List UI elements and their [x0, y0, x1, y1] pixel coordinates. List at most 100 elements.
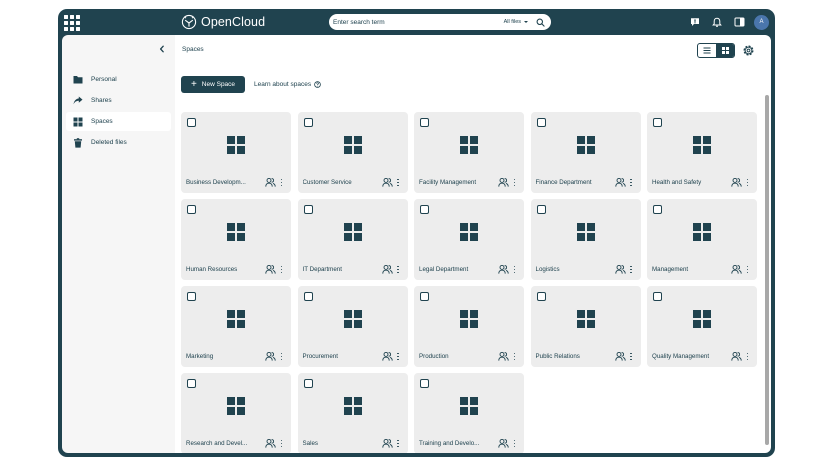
more-actions-icon[interactable]: [745, 264, 750, 275]
space-card[interactable]: Legal Department: [414, 199, 524, 280]
select-checkbox[interactable]: [187, 292, 196, 301]
more-actions-icon[interactable]: [396, 177, 401, 188]
breadcrumb[interactable]: Spaces: [182, 46, 204, 53]
sidebar: Personal Shares Spaces Deleted files: [62, 35, 175, 453]
new-space-button[interactable]: + New Space: [181, 76, 245, 93]
select-checkbox[interactable]: [303, 379, 313, 388]
space-card[interactable]: Marketing: [181, 286, 291, 367]
space-card[interactable]: Public Relations: [530, 286, 641, 367]
search-icon[interactable]: [536, 18, 545, 27]
sidebar-item-personal[interactable]: Personal: [66, 70, 171, 89]
sidebar-panel-icon[interactable]: [732, 15, 746, 29]
more-actions-icon[interactable]: [745, 351, 750, 362]
members-icon[interactable]: [614, 264, 626, 275]
more-actions-icon[interactable]: [512, 264, 517, 275]
space-card[interactable]: Production: [414, 286, 524, 367]
sidebar-item-deleted-files[interactable]: Deleted files: [66, 133, 171, 152]
feedback-icon[interactable]: [688, 15, 702, 29]
space-card[interactable]: Human Resources: [181, 199, 291, 280]
select-checkbox[interactable]: [536, 205, 546, 214]
members-icon[interactable]: [614, 177, 626, 188]
app-switcher-icon[interactable]: [63, 14, 80, 31]
space-card[interactable]: Logistics: [530, 199, 641, 280]
more-actions-icon[interactable]: [396, 438, 401, 449]
members-icon[interactable]: [381, 177, 393, 188]
tiles-view-button[interactable]: [716, 44, 734, 57]
space-grid-icon: [576, 223, 595, 241]
space-card[interactable]: Procurement: [297, 286, 408, 367]
space-card[interactable]: IT Department: [297, 199, 408, 280]
space-card[interactable]: Training and Develo...: [414, 373, 524, 453]
space-card[interactable]: Customer Service: [297, 112, 408, 193]
select-checkbox[interactable]: [303, 292, 313, 301]
select-checkbox[interactable]: [187, 205, 196, 214]
select-checkbox[interactable]: [653, 118, 662, 127]
members-icon[interactable]: [614, 351, 626, 362]
more-actions-icon[interactable]: [512, 177, 517, 188]
more-actions-icon[interactable]: [512, 438, 517, 449]
select-checkbox[interactable]: [420, 292, 429, 301]
more-actions-icon[interactable]: [279, 351, 284, 362]
members-icon[interactable]: [265, 438, 276, 449]
more-actions-icon[interactable]: [279, 438, 284, 449]
more-actions-icon[interactable]: [629, 177, 634, 188]
space-card[interactable]: Management: [647, 199, 757, 280]
notifications-bell-icon[interactable]: [710, 15, 724, 29]
select-checkbox[interactable]: [420, 379, 429, 388]
select-checkbox[interactable]: [303, 205, 313, 214]
more-actions-icon[interactable]: [512, 351, 517, 362]
space-card[interactable]: Research and Devel...: [181, 373, 291, 453]
members-icon[interactable]: [731, 264, 742, 275]
more-actions-icon[interactable]: [279, 177, 284, 188]
sidebar-item-spaces[interactable]: Spaces: [66, 112, 171, 131]
search-filter-dropdown[interactable]: All files: [504, 19, 528, 25]
select-checkbox[interactable]: [187, 379, 196, 388]
space-card[interactable]: Health and Safety: [647, 112, 757, 193]
select-checkbox[interactable]: [653, 292, 662, 301]
more-actions-icon[interactable]: [629, 264, 634, 275]
search-input[interactable]: [333, 15, 504, 29]
members-icon[interactable]: [381, 438, 393, 449]
more-actions-icon[interactable]: [629, 351, 634, 362]
space-name: Management: [652, 266, 689, 273]
select-checkbox[interactable]: [420, 205, 429, 214]
more-actions-icon[interactable]: [396, 264, 401, 275]
gear-icon[interactable]: [742, 44, 755, 57]
search-filter-label: All files: [503, 19, 521, 25]
members-icon[interactable]: [381, 351, 393, 362]
chevron-left-icon[interactable]: [157, 44, 167, 54]
select-checkbox[interactable]: [536, 118, 546, 127]
more-actions-icon[interactable]: [279, 264, 284, 275]
members-icon[interactable]: [498, 177, 509, 188]
members-icon[interactable]: [731, 177, 742, 188]
space-card[interactable]: Facility Management: [414, 112, 524, 193]
select-checkbox[interactable]: [420, 118, 429, 127]
members-icon[interactable]: [265, 351, 276, 362]
members-icon[interactable]: [498, 264, 509, 275]
select-checkbox[interactable]: [187, 118, 196, 127]
more-actions-icon[interactable]: [745, 177, 750, 188]
space-name: Health and Safety: [652, 179, 702, 186]
space-card[interactable]: Quality Management: [647, 286, 757, 367]
search-bar[interactable]: All files: [329, 14, 551, 30]
plus-icon: +: [190, 78, 197, 90]
learn-about-spaces-link[interactable]: Learn about spaces: [254, 81, 321, 88]
members-icon[interactable]: [265, 264, 276, 275]
more-actions-icon[interactable]: [396, 351, 401, 362]
members-icon[interactable]: [498, 351, 509, 362]
space-card[interactable]: Finance Department: [530, 112, 641, 193]
members-icon[interactable]: [381, 264, 393, 275]
sidebar-item-shares[interactable]: Shares: [66, 91, 171, 110]
logo[interactable]: OpenCloud: [181, 12, 265, 32]
members-icon[interactable]: [265, 177, 276, 188]
list-view-button[interactable]: [698, 44, 716, 57]
select-checkbox[interactable]: [653, 205, 662, 214]
select-checkbox[interactable]: [536, 292, 546, 301]
space-card[interactable]: Business Developm...: [181, 112, 291, 193]
members-icon[interactable]: [731, 351, 742, 362]
select-checkbox[interactable]: [303, 118, 313, 127]
scrollbar[interactable]: [765, 95, 769, 445]
space-card[interactable]: Sales: [297, 373, 408, 453]
members-icon[interactable]: [498, 438, 509, 449]
user-avatar[interactable]: A: [754, 14, 769, 30]
